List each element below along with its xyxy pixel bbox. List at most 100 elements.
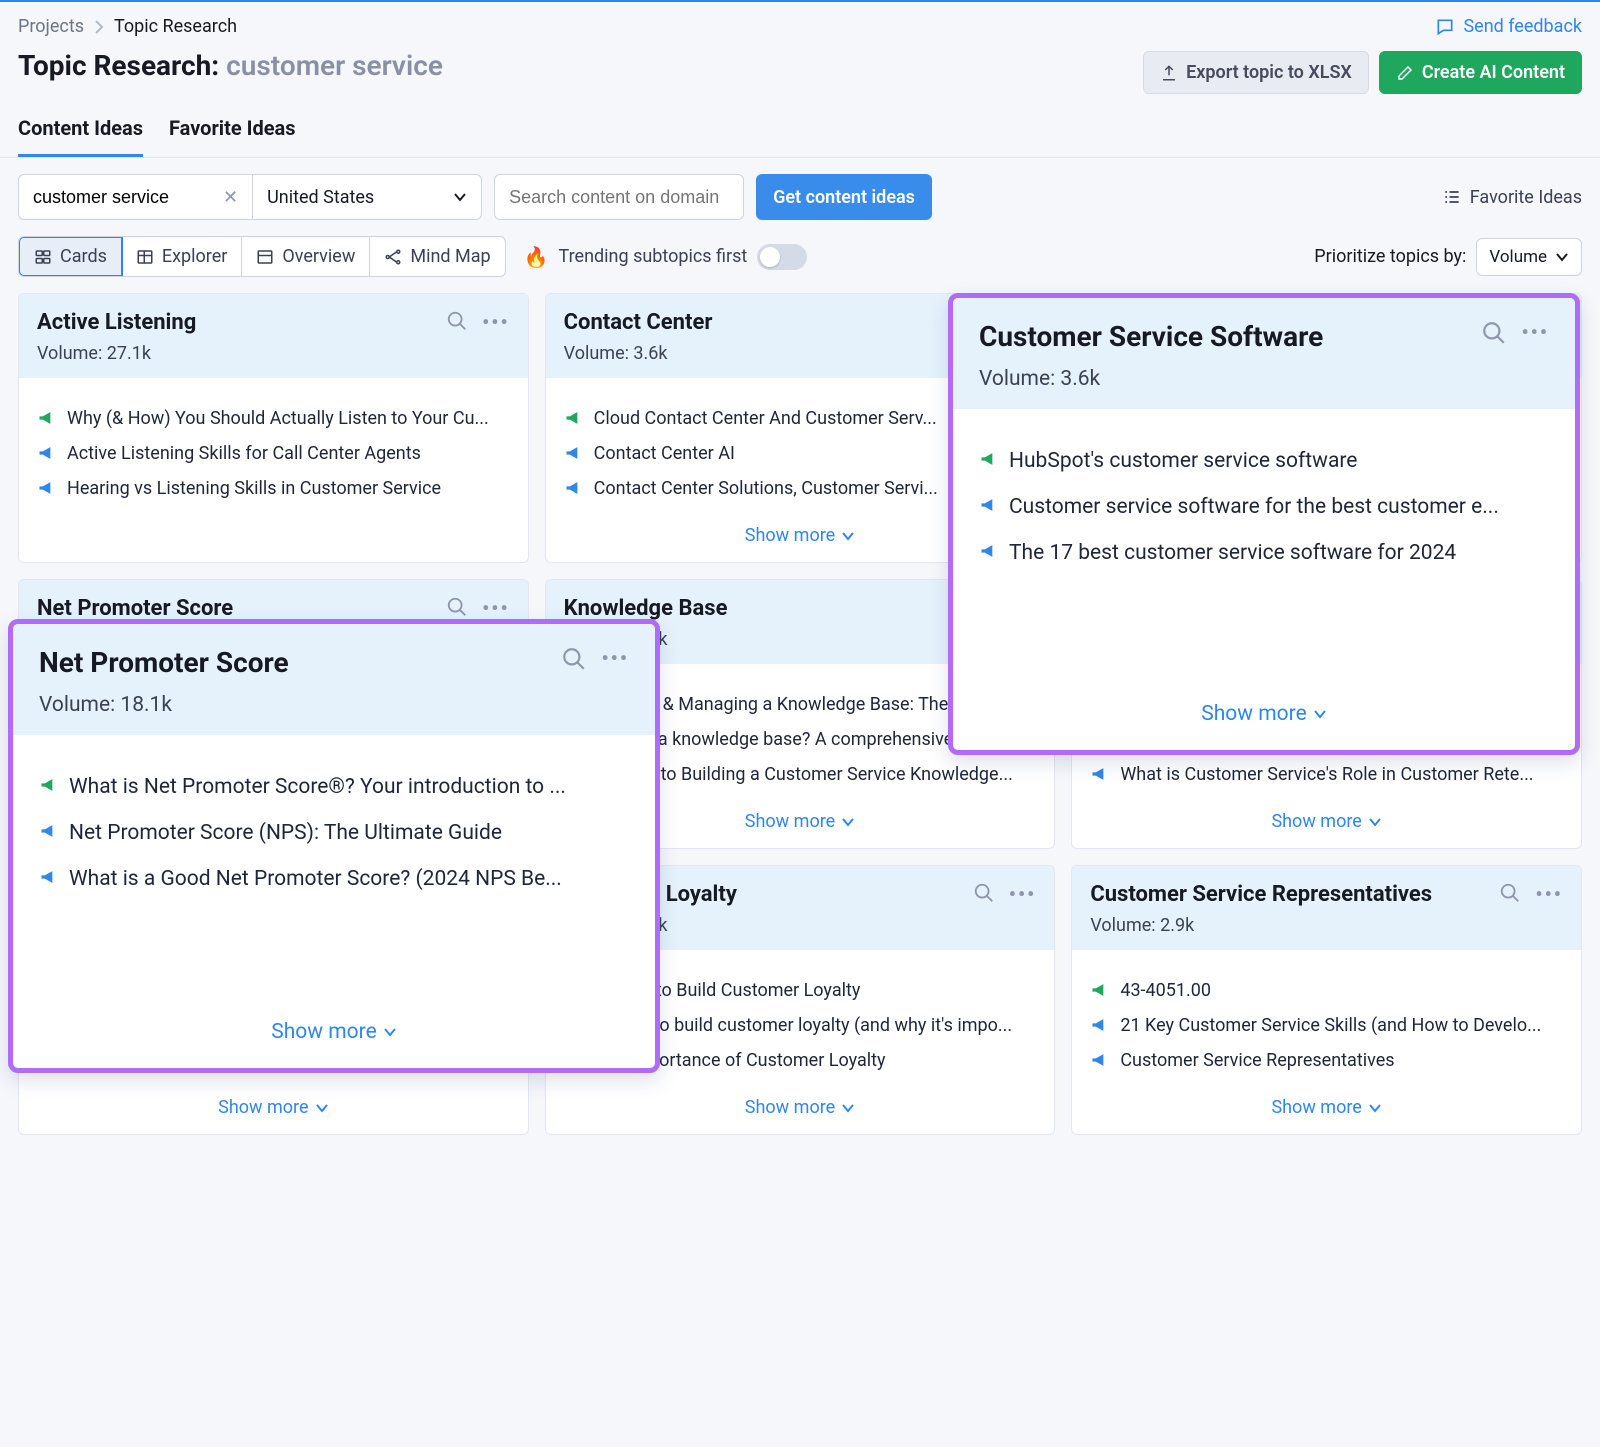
more-icon[interactable]: ••• bbox=[482, 310, 510, 334]
upload-icon bbox=[1160, 64, 1178, 82]
bullhorn-icon bbox=[1090, 764, 1110, 784]
query-chip[interactable]: ✕ bbox=[18, 174, 252, 220]
show-more-link[interactable]: Show more bbox=[19, 1097, 528, 1118]
prioritize-select[interactable]: Volume bbox=[1476, 238, 1582, 276]
idea-item[interactable]: Customer Service Representatives bbox=[1090, 1050, 1563, 1071]
bullhorn-icon bbox=[37, 478, 57, 498]
trending-toggle[interactable] bbox=[757, 244, 807, 270]
chevron-down-icon bbox=[453, 190, 467, 204]
idea-item[interactable]: What is a Good Net Promoter Score? (2024… bbox=[39, 867, 629, 891]
show-more-link[interactable]: Show more bbox=[546, 1097, 1055, 1118]
chevron-down-icon bbox=[1313, 707, 1327, 721]
bullhorn-icon bbox=[564, 408, 584, 428]
search-icon[interactable] bbox=[1481, 320, 1507, 346]
create-ai-content-button[interactable]: Create AI Content bbox=[1379, 51, 1582, 94]
more-icon[interactable]: ••• bbox=[601, 646, 629, 672]
idea-item[interactable]: Customer service software for the best c… bbox=[979, 495, 1549, 519]
bullhorn-icon bbox=[564, 478, 584, 498]
more-icon[interactable]: ••• bbox=[482, 596, 510, 620]
bullhorn-icon bbox=[1090, 980, 1110, 1000]
card-volume: Volume: 2.9k bbox=[1090, 915, 1432, 936]
search-icon[interactable] bbox=[446, 310, 468, 332]
bullhorn-icon bbox=[1090, 1050, 1110, 1070]
chevron-down-icon bbox=[841, 529, 855, 543]
bullhorn-icon bbox=[979, 495, 999, 515]
domain-search-input[interactable] bbox=[494, 174, 744, 220]
chevron-down-icon bbox=[841, 815, 855, 829]
card-volume: Volume: 27.1k bbox=[37, 343, 196, 364]
idea-item[interactable]: Active Listening Skills for Call Center … bbox=[37, 443, 510, 464]
chevron-down-icon bbox=[315, 1101, 329, 1115]
more-icon[interactable]: ••• bbox=[1009, 882, 1037, 906]
chevron-down-icon bbox=[1555, 250, 1569, 264]
edit-icon bbox=[1396, 64, 1414, 82]
idea-item[interactable]: Net Promoter Score (NPS): The Ultimate G… bbox=[39, 821, 629, 845]
idea-item[interactable]: 43-4051.00 bbox=[1090, 980, 1563, 1001]
idea-item[interactable]: The 17 best customer service software fo… bbox=[979, 541, 1549, 565]
tab-content-ideas[interactable]: Content Ideas bbox=[18, 116, 143, 157]
card-title: Customer Service Software bbox=[979, 320, 1323, 353]
bullhorn-icon bbox=[37, 443, 57, 463]
domain-input[interactable] bbox=[509, 187, 729, 208]
idea-item[interactable]: What is Customer Service's Role in Custo… bbox=[1090, 764, 1563, 785]
chevron-down-icon bbox=[1368, 815, 1382, 829]
card-title: Contact Center bbox=[564, 310, 713, 335]
show-more-link[interactable]: Show more bbox=[953, 702, 1575, 726]
search-icon[interactable] bbox=[446, 596, 468, 618]
chevron-down-icon bbox=[1368, 1101, 1382, 1115]
search-icon[interactable] bbox=[561, 646, 587, 672]
bullhorn-icon bbox=[979, 449, 999, 469]
more-icon[interactable]: ••• bbox=[1521, 320, 1549, 346]
breadcrumb: Projects Topic Research bbox=[18, 16, 443, 37]
show-more-link[interactable]: Show more bbox=[13, 1020, 655, 1044]
bullhorn-icon bbox=[39, 867, 59, 887]
chevron-right-icon bbox=[94, 20, 104, 34]
search-icon[interactable] bbox=[973, 882, 995, 904]
overview-icon bbox=[256, 248, 274, 266]
send-feedback-link[interactable]: Send feedback bbox=[1435, 16, 1582, 37]
view-explorer[interactable]: Explorer bbox=[122, 237, 243, 276]
card-volume: Volume: 3.6k bbox=[979, 367, 1323, 391]
clear-icon[interactable]: ✕ bbox=[223, 187, 238, 208]
bullhorn-icon bbox=[39, 821, 59, 841]
flame-icon: 🔥 bbox=[524, 245, 549, 269]
idea-item[interactable]: Why (& How) You Should Actually Listen t… bbox=[37, 408, 510, 429]
view-mindmap[interactable]: Mind Map bbox=[370, 237, 504, 276]
view-mode-segment: Cards Explorer Overview Mind Map bbox=[18, 236, 506, 277]
idea-item[interactable]: 21 Key Customer Service Skills (and How … bbox=[1090, 1015, 1563, 1036]
show-more-link[interactable]: Show more bbox=[1072, 1097, 1581, 1118]
view-cards[interactable]: Cards bbox=[18, 236, 123, 277]
get-content-ideas-button[interactable]: Get content ideas bbox=[756, 174, 932, 220]
chevron-down-icon bbox=[841, 1101, 855, 1115]
tab-favorite-ideas[interactable]: Favorite Ideas bbox=[169, 116, 296, 157]
card-volume: Volume: 3.6k bbox=[564, 343, 713, 364]
search-input[interactable] bbox=[33, 187, 193, 208]
tabs: Content Ideas Favorite Ideas bbox=[0, 94, 1600, 158]
bullhorn-icon bbox=[979, 541, 999, 561]
bullhorn-icon bbox=[564, 443, 584, 463]
idea-item[interactable]: Hearing vs Listening Skills in Customer … bbox=[37, 478, 510, 499]
prioritize-label: Prioritize topics by: bbox=[1314, 246, 1466, 267]
export-button[interactable]: Export topic to XLSX bbox=[1143, 51, 1369, 94]
country-select[interactable]: United States bbox=[252, 174, 482, 220]
view-overview[interactable]: Overview bbox=[242, 237, 370, 276]
bullhorn-icon bbox=[39, 775, 59, 795]
trending-label: Trending subtopics first bbox=[559, 246, 748, 267]
bullhorn-icon bbox=[1090, 1015, 1110, 1035]
page-title: Topic Research: customer service bbox=[18, 49, 443, 82]
search-icon[interactable] bbox=[1499, 882, 1521, 904]
favorite-ideas-link[interactable]: Favorite Ideas bbox=[1442, 187, 1582, 208]
more-icon[interactable]: ••• bbox=[1535, 882, 1563, 906]
card-title: Customer Service Representatives bbox=[1090, 882, 1432, 907]
idea-item[interactable]: What is Net Promoter Score®? Your introd… bbox=[39, 775, 629, 799]
bullhorn-icon bbox=[37, 408, 57, 428]
list-icon bbox=[1442, 187, 1462, 207]
topic-card: Active Listening Volume: 27.1k ••• Why (… bbox=[18, 293, 529, 563]
breadcrumb-root[interactable]: Projects bbox=[18, 16, 84, 37]
show-more-link[interactable]: Show more bbox=[1072, 811, 1581, 832]
idea-item[interactable]: HubSpot's customer service software bbox=[979, 449, 1549, 473]
card-title: Net Promoter Score bbox=[39, 646, 289, 679]
breadcrumb-current: Topic Research bbox=[114, 16, 237, 37]
topic-card: Customer Service Representatives Volume:… bbox=[1071, 865, 1582, 1135]
chat-icon bbox=[1435, 17, 1455, 37]
